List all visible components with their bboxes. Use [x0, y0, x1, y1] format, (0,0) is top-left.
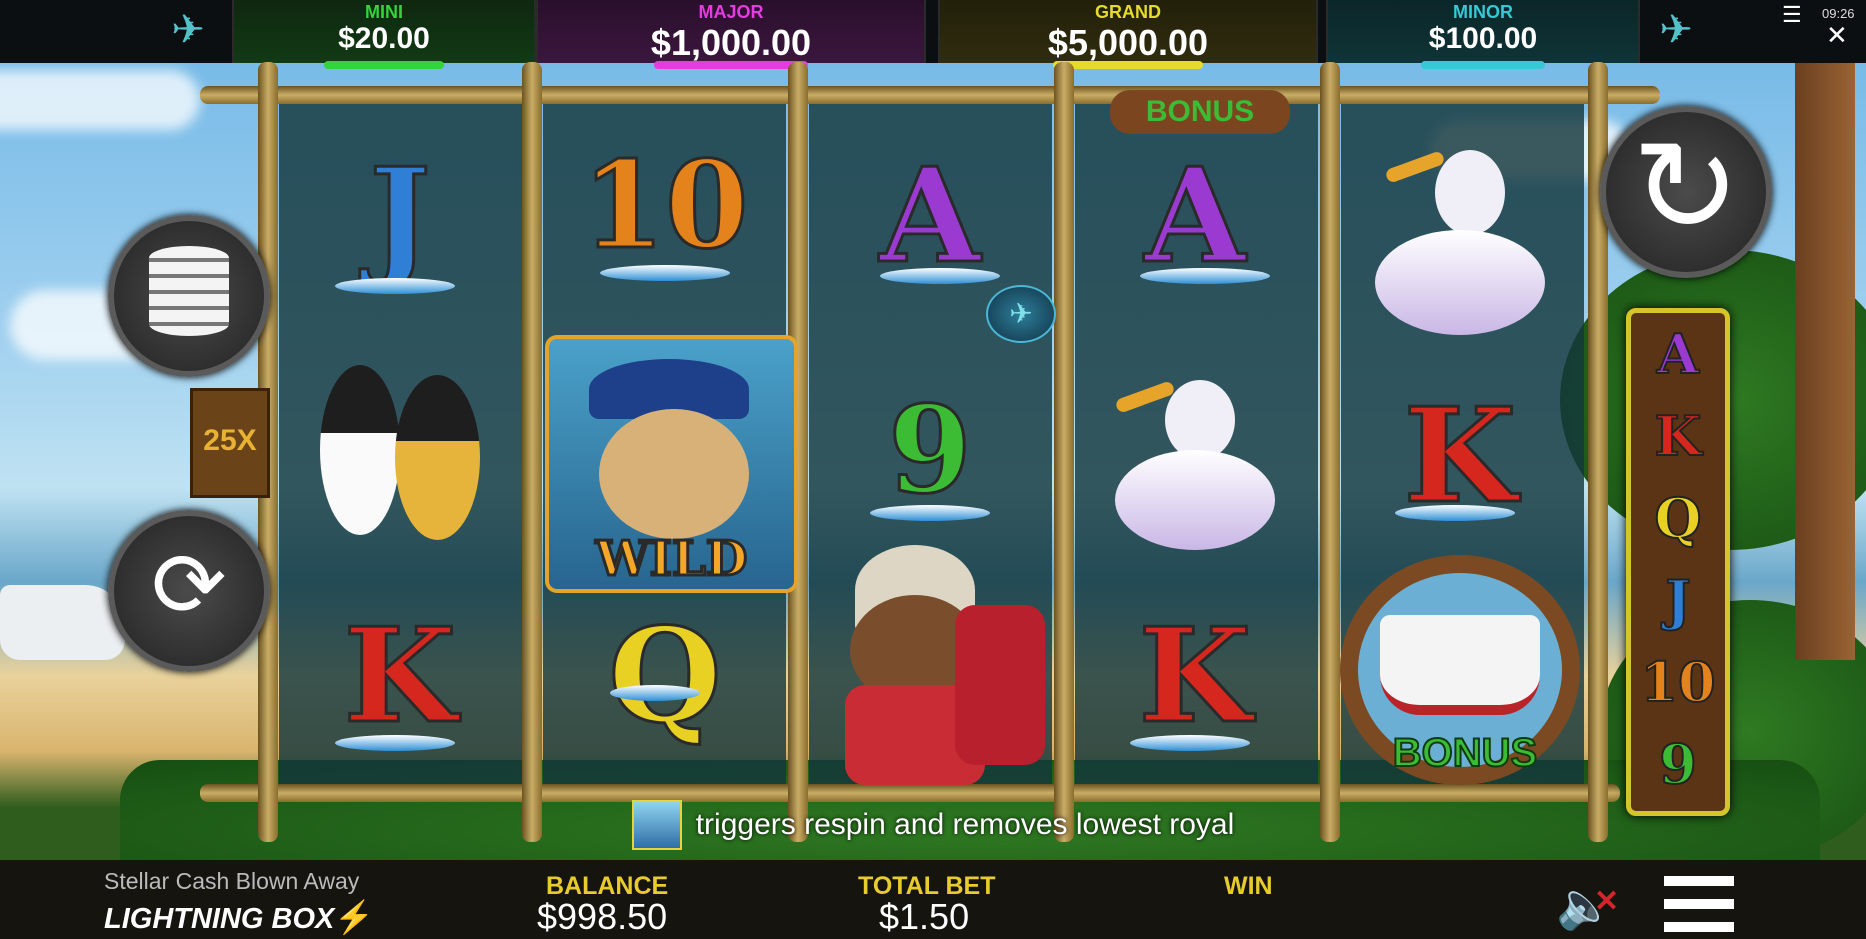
jackpot-major: MAJOR $1,000.00 — [536, 0, 926, 69]
jackpot-mini: MINI $20.00 — [232, 0, 536, 69]
clock: 09:26 — [1822, 6, 1855, 21]
symbol-pelican — [1105, 350, 1285, 550]
jackpot-mini-amount: $20.00 — [338, 22, 430, 55]
game-name: Stellar Cash Blown Away — [104, 868, 360, 894]
bonus-banner-top: BONUS — [1110, 90, 1290, 134]
symbol-monkey — [805, 545, 1055, 785]
jackpot-grand-label: GRAND — [1095, 2, 1161, 22]
symbol-penguins — [310, 345, 490, 545]
jackpot-minor-glow — [1421, 61, 1545, 69]
jackpot-minor: MINOR $100.00 — [1326, 0, 1640, 69]
jackpot-mini-label: MINI — [365, 2, 403, 22]
jackpot-grand: GRAND $5,000.00 — [938, 0, 1318, 69]
symbol-pelican — [1365, 120, 1555, 340]
symbol-bonus-boat: BONUS — [1320, 555, 1610, 785]
spaceship-token-icon: ✈ — [986, 285, 1056, 343]
mute-button[interactable]: 🔈 ✕ — [1556, 880, 1622, 930]
hamburger-menu-button[interactable] — [1664, 876, 1734, 932]
spaceship-icon: ✈ — [1659, 8, 1693, 52]
lightning-icon: ⚡ — [334, 899, 375, 935]
wave-decoration — [600, 265, 730, 281]
jackpot-minor-amount: $100.00 — [1428, 22, 1538, 55]
palm-trunk — [1795, 60, 1855, 660]
symbol-9: 9 — [887, 378, 974, 522]
autoplay-icon: ⟳ — [151, 536, 227, 636]
bamboo-pole — [1054, 62, 1074, 842]
menu-icon[interactable]: ☰ — [1782, 2, 1802, 28]
royal-ladder: A K Q J 10 9 — [1626, 308, 1730, 816]
autoplay-button[interactable]: ⟳ — [108, 510, 270, 672]
win-label: WIN — [1224, 872, 1273, 900]
bet-coins-button[interactable] — [108, 215, 270, 377]
jackpot-major-amount: $1,000.00 — [650, 22, 812, 63]
wave-decoration — [1395, 505, 1515, 521]
jackpot-major-label: MAJOR — [698, 2, 764, 22]
wave-decoration — [335, 735, 455, 751]
spin-button[interactable]: ↻ — [1600, 106, 1772, 278]
multiplier-label: 25X — [203, 424, 257, 457]
wave-decoration — [870, 505, 990, 521]
symbol-J: J — [368, 137, 433, 293]
wave-decoration — [610, 685, 700, 701]
ladder-Q: Q — [1653, 485, 1702, 551]
boat-image — [0, 585, 125, 660]
jackpot-major-glow — [653, 61, 809, 69]
bonus-label: BONUS — [1392, 730, 1538, 776]
ladder-A: A — [1656, 321, 1700, 387]
brand-name: LIGHTNING BOX — [104, 903, 335, 935]
ladder-10: 10 — [1639, 649, 1716, 715]
bamboo-pole — [522, 62, 542, 842]
multiplier-badge: 25X — [190, 388, 270, 498]
bamboo-top — [200, 86, 1660, 104]
info-text: triggers respin and removes lowest royal — [695, 808, 1235, 841]
close-icon[interactable]: ✕ — [1826, 22, 1848, 48]
cloud — [0, 70, 200, 130]
wave-decoration — [880, 268, 1000, 284]
jackpot-mini-glow — [324, 61, 444, 69]
jackpot-minor-label: MINOR — [1453, 2, 1513, 22]
ladder-K: K — [1654, 403, 1703, 469]
balance-value: $998.50 — [537, 896, 668, 937]
total-bet-value: $1.50 — [879, 896, 970, 937]
jackpot-grand-glow — [1052, 61, 1204, 69]
ladder-J: J — [1664, 567, 1692, 633]
tornado-icon — [631, 800, 682, 850]
symbol-Q: Q — [607, 597, 723, 753]
wild-label: WILD — [594, 530, 749, 589]
coins-icon — [149, 246, 229, 336]
symbol-wild-walrus: WILD — [545, 335, 798, 593]
brand-logo: LIGHTNING BOX⚡ — [104, 898, 374, 936]
jackpot-grand-amount: $5,000.00 — [1047, 22, 1209, 63]
symbol-K: K — [342, 597, 458, 753]
wave-decoration — [335, 278, 455, 294]
wave-decoration — [1130, 735, 1250, 751]
mute-x-icon: ✕ — [1594, 885, 1620, 918]
bottom-bar: Stellar Cash Blown Away LIGHTNING BOX⚡ B… — [0, 860, 1866, 939]
spin-icon: ↻ — [1631, 114, 1741, 260]
symbol-K: K — [1137, 597, 1253, 753]
spaceship-icon: ✈ — [171, 8, 205, 52]
jackpot-bar: ✈ MINI $20.00 MAJOR $1,000.00 GRAND $5,0… — [0, 0, 1866, 69]
symbol-10: 10 — [580, 133, 750, 277]
info-line: triggers respin and removes lowest royal — [0, 800, 1866, 850]
hamburger-icon — [1664, 876, 1734, 932]
ladder-9: 9 — [1658, 731, 1698, 797]
wave-decoration — [1140, 268, 1270, 284]
